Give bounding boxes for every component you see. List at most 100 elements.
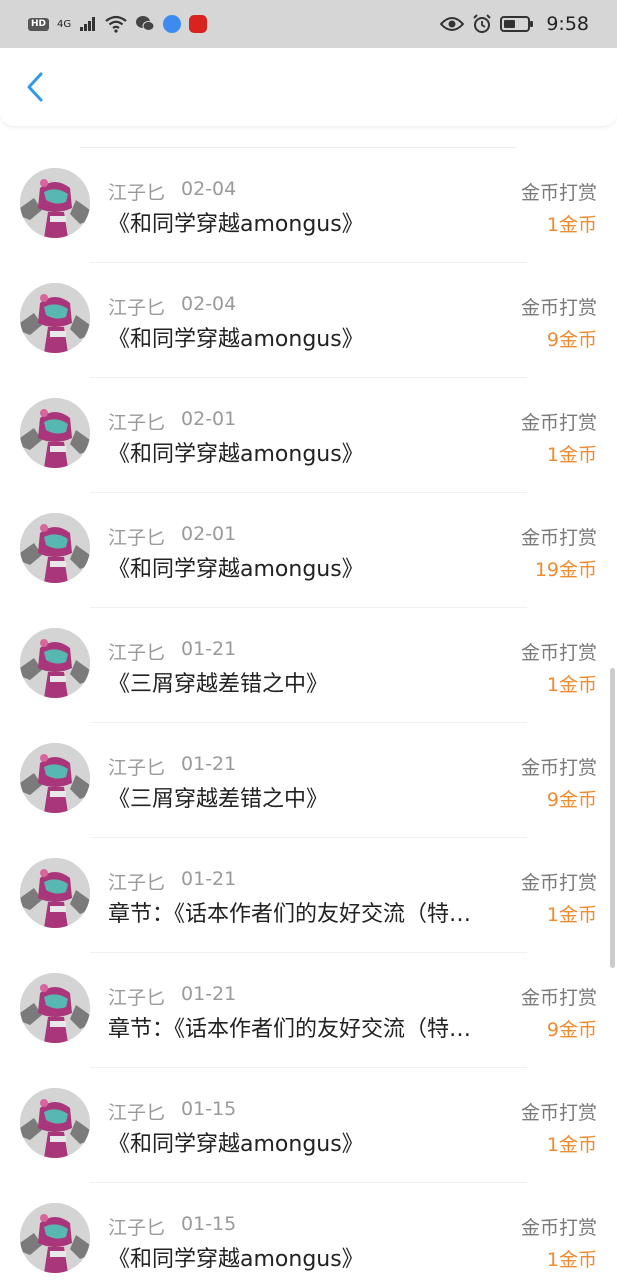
avatar[interactable]	[20, 973, 90, 1043]
username: 江子匕	[108, 527, 166, 549]
list-item[interactable]: 江子匕 01-21 《三屑穿越差错之中》 金币打赏 1金币	[0, 608, 617, 723]
alarm-icon	[473, 14, 492, 33]
row-meta: 江子匕 02-01	[108, 408, 236, 435]
row-meta: 江子匕 01-15	[108, 1098, 236, 1125]
wechat-icon	[136, 16, 155, 31]
avatar[interactable]	[20, 1088, 90, 1158]
username: 江子匕	[108, 642, 166, 664]
status-bar-left: HD 4G	[28, 15, 208, 33]
battery-icon	[500, 16, 534, 32]
clock: 9:58	[546, 13, 589, 35]
reward-type: 金币打赏	[520, 1217, 597, 1239]
date: 02-04	[181, 293, 237, 315]
row-meta: 江子匕 02-04	[108, 293, 236, 320]
date: 01-21	[181, 868, 237, 890]
list-item[interactable]: 江子匕 02-04 《和同学穿越amongus》 金币打赏 1金币	[0, 148, 617, 263]
row-meta: 江子匕 02-01	[108, 523, 236, 550]
back-button[interactable]	[18, 70, 52, 104]
reward-type: 金币打赏	[520, 642, 597, 664]
username: 江子匕	[108, 872, 166, 894]
row-meta: 江子匕 01-21	[108, 753, 236, 780]
date: 01-21	[181, 753, 237, 775]
username: 江子匕	[108, 757, 166, 779]
network-type: 4G	[57, 18, 72, 30]
wifi-icon	[105, 15, 127, 33]
avatar[interactable]	[20, 398, 90, 468]
date: 02-04	[181, 178, 237, 200]
row-meta: 江子匕 01-21	[108, 638, 236, 665]
username: 江子匕	[108, 1102, 166, 1124]
row-meta: 江子匕 01-21	[108, 983, 236, 1010]
list-item[interactable]: 江子匕 01-15 《和同学穿越amongus》 金币打赏 1金币	[0, 1183, 617, 1280]
reward-amount: 9金币	[546, 1019, 597, 1041]
avatar[interactable]	[20, 743, 90, 813]
work-title: 《和同学穿越amongus》	[108, 442, 364, 467]
work-title: 《和同学穿越amongus》	[108, 557, 364, 582]
username: 江子匕	[108, 182, 166, 204]
date: 02-01	[181, 523, 237, 545]
date: 02-01	[181, 408, 237, 430]
signal-icon	[80, 17, 96, 31]
work-title: 《三屑穿越差错之中》	[108, 787, 329, 812]
avatar[interactable]	[20, 283, 90, 353]
list-item[interactable]: 江子匕 01-15 《和同学穿越amongus》 金币打赏 1金币	[0, 1068, 617, 1183]
reward-type: 金币打赏	[520, 182, 597, 204]
reward-amount: 1金币	[546, 904, 597, 926]
row-meta: 江子匕 02-04	[108, 178, 236, 205]
reward-type: 金币打赏	[520, 527, 597, 549]
date: 01-15	[181, 1098, 237, 1120]
work-title: 《和同学穿越amongus》	[108, 1247, 364, 1272]
work-title: 《和同学穿越amongus》	[108, 327, 364, 352]
username: 江子匕	[108, 1217, 166, 1239]
row-meta: 江子匕 01-15	[108, 1213, 236, 1240]
date: 01-21	[181, 983, 237, 1005]
work-title: 章节：《话本作者们的友好交流（特…	[108, 902, 472, 927]
reward-type: 金币打赏	[520, 412, 597, 434]
eye-icon	[440, 17, 465, 31]
work-title: 章节：《话本作者们的友好交流（特…	[108, 1017, 472, 1042]
work-title: 《和同学穿越amongus》	[108, 212, 364, 237]
date: 01-15	[181, 1213, 237, 1235]
work-title: 《和同学穿越amongus》	[108, 1132, 364, 1157]
avatar[interactable]	[20, 628, 90, 698]
list-item-partial	[0, 126, 617, 148]
list-item[interactable]: 江子匕 01-21 《三屑穿越差错之中》 金币打赏 9金币	[0, 723, 617, 838]
reward-type: 金币打赏	[520, 872, 597, 894]
reward-amount: 1金币	[546, 674, 597, 696]
row-meta: 江子匕 01-21	[108, 868, 236, 895]
avatar[interactable]	[20, 513, 90, 583]
reward-amount: 9金币	[546, 789, 597, 811]
reward-type: 金币打赏	[520, 297, 597, 319]
avatar[interactable]	[20, 1203, 90, 1273]
reward-amount: 19金币	[534, 559, 597, 581]
reward-amount: 1金币	[546, 214, 597, 236]
hd-icon: HD	[28, 17, 50, 31]
list-item[interactable]: 江子匕 02-01 《和同学穿越amongus》 金币打赏 19金币	[0, 493, 617, 608]
reward-amount: 1金币	[546, 1249, 597, 1271]
scrollbar[interactable]	[610, 668, 615, 968]
chevron-left-icon	[27, 72, 43, 102]
reward-amount: 9金币	[546, 329, 597, 351]
reward-type: 金币打赏	[520, 1102, 597, 1124]
top-nav-bar	[0, 48, 617, 126]
reward-type: 金币打赏	[520, 757, 597, 779]
reward-amount: 1金币	[546, 444, 597, 466]
username: 江子匕	[108, 297, 166, 319]
reward-type: 金币打赏	[520, 987, 597, 1009]
username: 江子匕	[108, 987, 166, 1009]
list-item[interactable]: 江子匕 02-04 《和同学穿越amongus》 金币打赏 9金币	[0, 263, 617, 378]
username: 江子匕	[108, 412, 166, 434]
app-notification-icon	[189, 15, 208, 33]
music-app-icon	[163, 15, 182, 33]
status-bar: HD 4G 9:58	[0, 0, 617, 48]
list-item[interactable]: 江子匕 01-21 章节：《话本作者们的友好交流（特… 金币打赏 9金币	[0, 953, 617, 1068]
reward-amount: 1金币	[546, 1134, 597, 1156]
list-item[interactable]: 江子匕 02-01 《和同学穿越amongus》 金币打赏 1金币	[0, 378, 617, 493]
status-bar-right: 9:58	[440, 13, 589, 35]
avatar[interactable]	[20, 168, 90, 238]
reward-list: 江子匕 02-04 《和同学穿越amongus》 金币打赏 1金币 江子匕 02…	[0, 126, 617, 1280]
avatar[interactable]	[20, 858, 90, 928]
list-item[interactable]: 江子匕 01-21 章节：《话本作者们的友好交流（特… 金币打赏 1金币	[0, 838, 617, 953]
date: 01-21	[181, 638, 237, 660]
work-title: 《三屑穿越差错之中》	[108, 672, 329, 697]
